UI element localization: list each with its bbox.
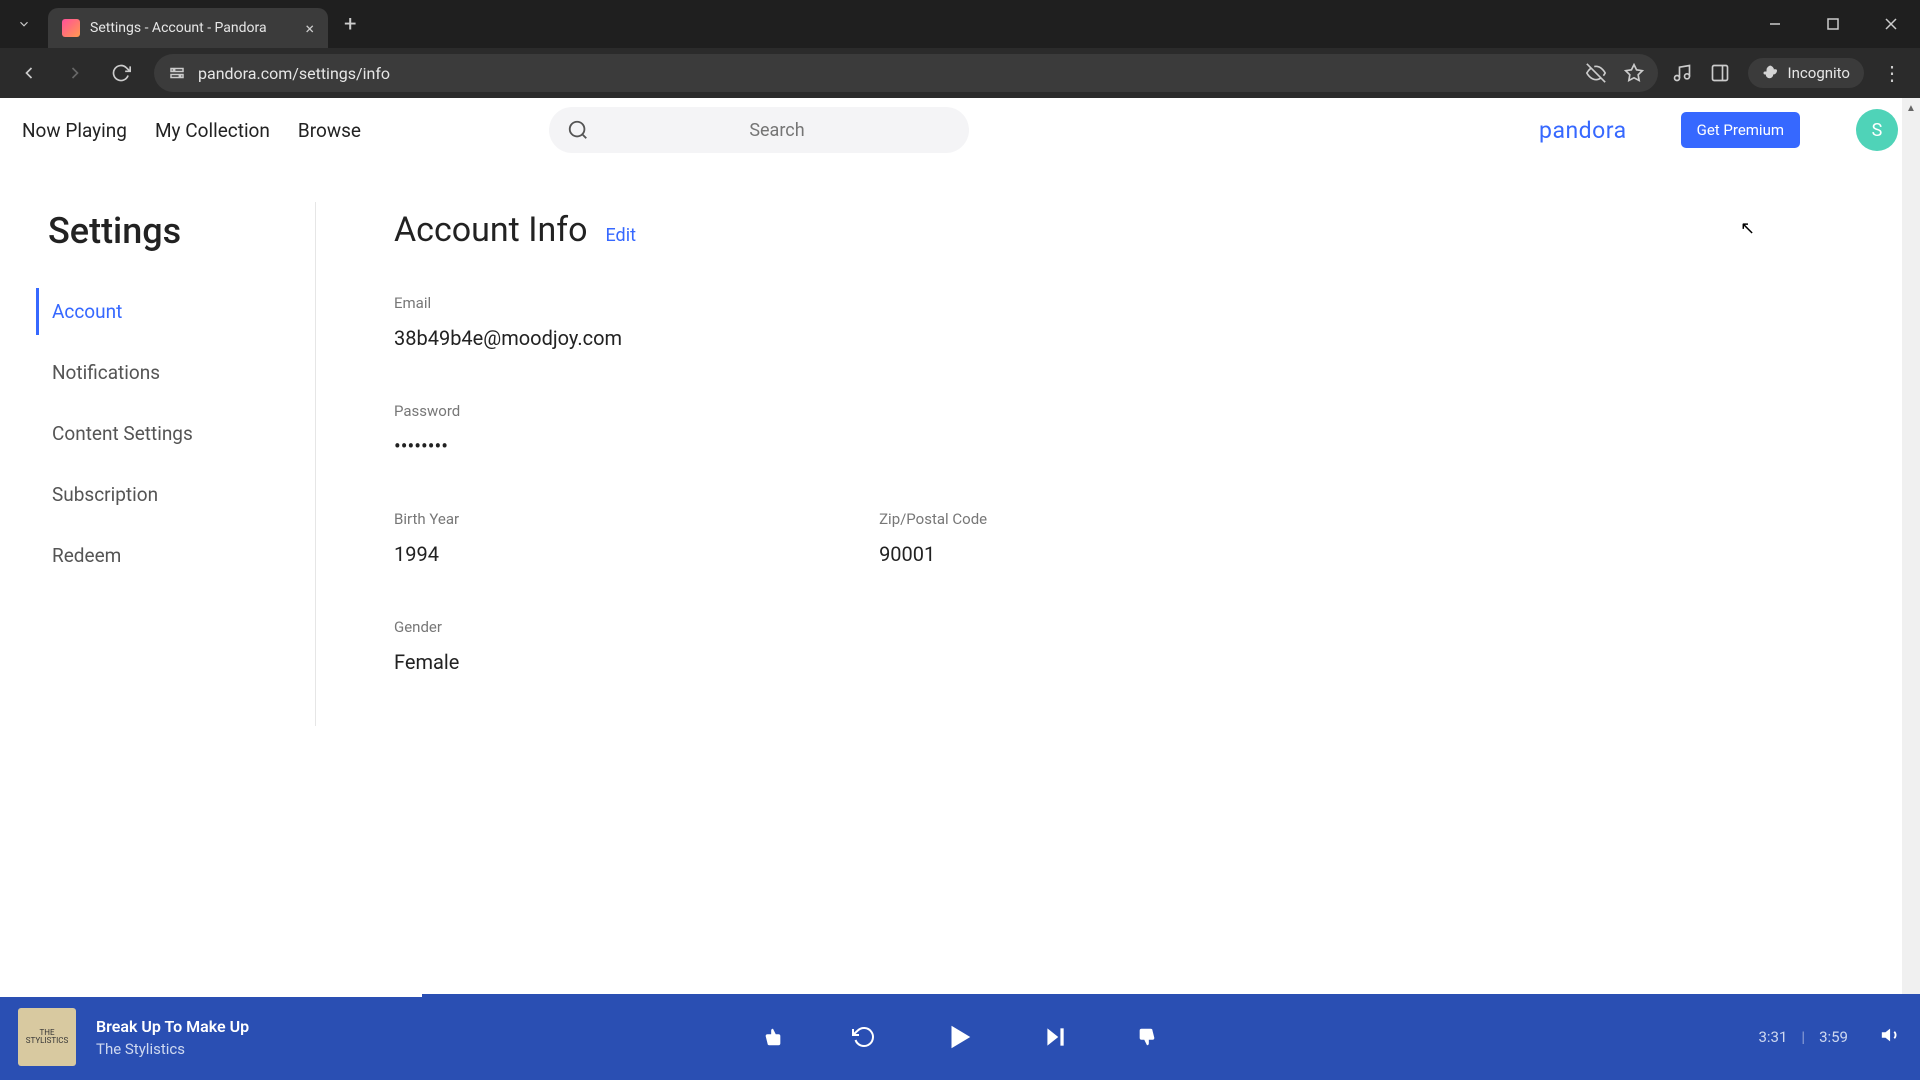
user-avatar[interactable]: S xyxy=(1856,109,1898,151)
gender-label: Gender xyxy=(394,618,1890,636)
gender-value: Female xyxy=(394,650,1890,674)
thumbs-down-button[interactable] xyxy=(762,1026,784,1048)
email-label: Email xyxy=(394,294,1890,312)
track-artist[interactable]: The Stylistics xyxy=(96,1040,249,1058)
zip-value: 90001 xyxy=(879,542,987,566)
sidebar-item-redeem[interactable]: Redeem xyxy=(36,532,295,579)
vertical-scrollbar[interactable]: ▲ xyxy=(1902,98,1920,994)
settings-sidebar: Settings Account Notifications Content S… xyxy=(36,202,316,726)
browser-titlebar: Settings - Account - Pandora × + xyxy=(0,0,1920,48)
time-current: 3:31 xyxy=(1758,1028,1787,1046)
nav-my-collection[interactable]: My Collection xyxy=(155,119,270,142)
zip-label: Zip/Postal Code xyxy=(879,510,987,528)
progress-bar[interactable] xyxy=(0,994,422,997)
tab-title: Settings - Account - Pandora xyxy=(90,20,291,36)
search-field[interactable] xyxy=(549,107,969,153)
replay-button[interactable] xyxy=(852,1025,876,1049)
edit-link[interactable]: Edit xyxy=(605,225,635,246)
settings-title: Settings xyxy=(48,210,295,252)
password-value: •••••••• xyxy=(394,434,1890,458)
album-art[interactable]: THESTYLISTICS xyxy=(18,1008,76,1066)
email-value: 38b49b4e@moodjoy.com xyxy=(394,326,1890,350)
time-total: 3:59 xyxy=(1819,1028,1848,1046)
close-tab-icon[interactable]: × xyxy=(305,19,314,38)
side-panel-icon[interactable] xyxy=(1710,63,1730,83)
reload-button[interactable] xyxy=(102,54,140,92)
incognito-icon xyxy=(1762,64,1780,82)
url-text: pandora.com/settings/info xyxy=(198,64,390,83)
address-bar[interactable]: pandora.com/settings/info xyxy=(154,54,1658,92)
sidebar-item-notifications[interactable]: Notifications xyxy=(36,349,295,396)
birthyear-value: 1994 xyxy=(394,542,459,566)
bookmark-star-icon[interactable] xyxy=(1624,63,1644,83)
player-bar: THESTYLISTICS Break Up To Make Up The St… xyxy=(0,994,1920,1080)
favicon-icon xyxy=(62,19,80,37)
app-header: Now Playing My Collection Browse pandora… xyxy=(0,98,1920,162)
app-viewport: Now Playing My Collection Browse pandora… xyxy=(0,98,1920,994)
skip-button[interactable] xyxy=(1042,1024,1068,1050)
search-input[interactable] xyxy=(603,120,951,141)
thumbs-up-button[interactable] xyxy=(1136,1026,1158,1048)
volume-button[interactable] xyxy=(1880,1024,1902,1050)
sidebar-item-account[interactable]: Account xyxy=(36,288,295,335)
account-info-panel: Account Info Edit Email 38b49b4e@moodjoy… xyxy=(316,202,1890,726)
back-button[interactable] xyxy=(10,54,48,92)
password-label: Password xyxy=(394,402,1890,420)
track-title[interactable]: Break Up To Make Up xyxy=(96,1017,249,1036)
maximize-button[interactable] xyxy=(1804,0,1862,48)
browser-tab[interactable]: Settings - Account - Pandora × xyxy=(48,8,328,48)
chrome-menu-button[interactable]: ⋮ xyxy=(1882,61,1902,85)
new-tab-button[interactable]: + xyxy=(344,12,356,37)
get-premium-button[interactable]: Get Premium xyxy=(1681,112,1800,148)
nav-browse[interactable]: Browse xyxy=(298,119,361,142)
time-separator: | xyxy=(1801,1028,1805,1046)
sidebar-item-content-settings[interactable]: Content Settings xyxy=(36,410,295,457)
incognito-indicator[interactable]: Incognito xyxy=(1748,58,1864,88)
media-control-icon[interactable] xyxy=(1672,63,1692,83)
scroll-up-icon[interactable]: ▲ xyxy=(1902,98,1920,118)
incognito-label: Incognito xyxy=(1788,64,1850,82)
search-icon xyxy=(567,119,589,141)
tab-search-dropdown[interactable] xyxy=(0,5,48,43)
birthyear-label: Birth Year xyxy=(394,510,459,528)
eye-off-icon[interactable] xyxy=(1586,63,1606,83)
forward-button[interactable] xyxy=(56,54,94,92)
minimize-button[interactable] xyxy=(1746,0,1804,48)
close-window-button[interactable] xyxy=(1862,0,1920,48)
play-button[interactable] xyxy=(944,1022,974,1052)
site-settings-icon[interactable] xyxy=(168,64,186,82)
page-title: Account Info xyxy=(394,210,587,250)
brand-logo[interactable]: pandora xyxy=(1539,117,1627,144)
nav-now-playing[interactable]: Now Playing xyxy=(22,119,127,142)
browser-toolbar: pandora.com/settings/info Incognito ⋮ xyxy=(0,48,1920,98)
sidebar-item-subscription[interactable]: Subscription xyxy=(36,471,295,518)
